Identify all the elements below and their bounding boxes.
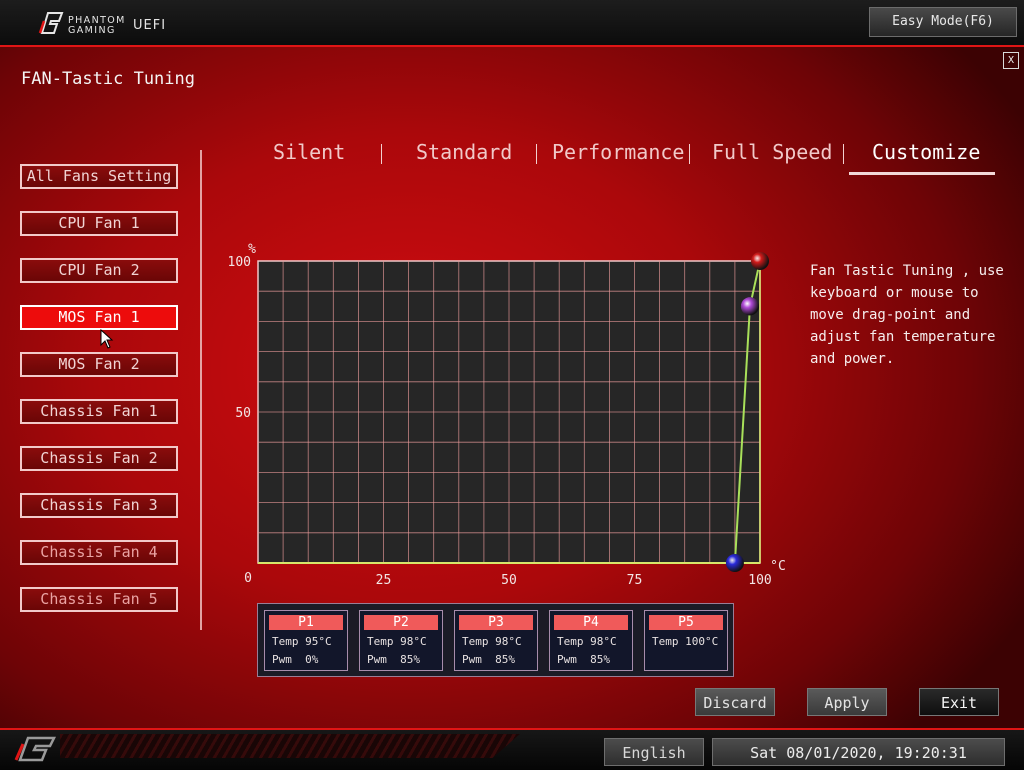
tab-separator xyxy=(689,144,690,164)
point-box-p5[interactable]: P5 Temp 100°C xyxy=(644,610,728,671)
x-axis-unit-label: °C xyxy=(770,559,786,574)
y-tick-label: 50 xyxy=(235,406,251,421)
fan-button-mos-fan-2[interactable]: MOS Fan 2 xyxy=(20,352,178,377)
x-tick-label: 25 xyxy=(376,573,392,588)
point-pwm: Pwm 85% xyxy=(557,653,610,666)
x-tick-label: 75 xyxy=(627,573,643,588)
tab-customize[interactable]: Customize xyxy=(872,140,980,164)
point-temp: Temp 98°C xyxy=(557,635,617,648)
fan-button-mos-fan-1[interactable]: MOS Fan 1 xyxy=(20,305,178,330)
tab-separator xyxy=(843,144,844,164)
point-box-p2[interactable]: P2 Temp 98°C Pwm 85% xyxy=(359,610,443,671)
discard-button[interactable]: Discard xyxy=(695,688,775,716)
close-button[interactable]: X xyxy=(1003,52,1019,69)
fan-button-chassis-fan-3[interactable]: Chassis Fan 3 xyxy=(20,493,178,518)
easy-mode-button[interactable]: Easy Mode(F6) xyxy=(869,7,1017,37)
point-temp: Temp 100°C xyxy=(652,635,719,648)
tab-silent[interactable]: Silent xyxy=(273,140,345,164)
bottom-bar: English Sat 08/01/2020, 19:20:31 xyxy=(0,728,1024,770)
fan-button-cpu-fan-2[interactable]: CPU Fan 2 xyxy=(20,258,178,283)
brand-uefi: UEFI xyxy=(133,18,167,33)
point-label: P5 xyxy=(649,615,723,630)
phantom-gaming-logo-icon xyxy=(38,12,64,34)
x-tick-label: 50 xyxy=(501,573,517,588)
fan-curve-chart[interactable]: 50 100 0 25 50 75 100% °C xyxy=(228,236,798,596)
brand-logo: PHANTOM GAMING UEFI xyxy=(38,11,178,37)
point-temp: Temp 98°C xyxy=(367,635,427,648)
y-axis-unit-label: % xyxy=(248,242,256,257)
asrock-logo-icon xyxy=(14,736,57,762)
help-text: Fan Tastic Tuning , use keyboard or mous… xyxy=(810,263,1013,367)
top-bar: PHANTOM GAMING UEFI Easy Mode(F6) xyxy=(0,0,1024,47)
point-temp: Temp 98°C xyxy=(462,635,522,648)
points-panel: P1 Temp 95°C Pwm 0% P2 Temp 98°C Pwm 85%… xyxy=(257,603,734,677)
tab-separator xyxy=(536,144,537,164)
brand-line2: GAMING xyxy=(68,25,116,36)
point-label: P4 xyxy=(554,615,628,630)
tab-standard[interactable]: Standard xyxy=(416,140,512,164)
tab-separator xyxy=(381,144,382,164)
tab-underline xyxy=(849,172,995,175)
point-box-p1[interactable]: P1 Temp 95°C Pwm 0% xyxy=(264,610,348,671)
point-box-p3[interactable]: P3 Temp 98°C Pwm 85% xyxy=(454,610,538,671)
point-pwm: Pwm 0% xyxy=(272,653,319,666)
fan-button-chassis-fan-1[interactable]: Chassis Fan 1 xyxy=(20,399,178,424)
point-label: P3 xyxy=(459,615,533,630)
point-pwm: Pwm 85% xyxy=(367,653,420,666)
tab-performance[interactable]: Performance xyxy=(552,140,684,164)
language-button[interactable]: English xyxy=(604,738,704,766)
fan-curve-svg[interactable]: 50 100 0 25 50 75 100% °C xyxy=(228,236,798,596)
fan-button-chassis-fan-2[interactable]: Chassis Fan 2 xyxy=(20,446,178,471)
x-tick-label: 0 xyxy=(244,571,252,586)
curve-point-handle-p4[interactable] xyxy=(740,297,759,316)
x-tick-label: 100 xyxy=(748,573,771,588)
point-box-p4[interactable]: P4 Temp 98°C Pwm 85% xyxy=(549,610,633,671)
left-divider xyxy=(200,150,202,630)
point-pwm: Pwm 85% xyxy=(462,653,515,666)
fan-button-chassis-fan-5[interactable]: Chassis Fan 5 xyxy=(20,587,178,612)
curve-point-handle-p5[interactable] xyxy=(751,252,769,270)
curve-point-handle-p1[interactable] xyxy=(725,554,744,572)
page-title: FAN-Tastic Tuning xyxy=(21,69,195,89)
fan-button-cpu-fan-1[interactable]: CPU Fan 1 xyxy=(20,211,178,236)
fan-button-all-fans-setting[interactable]: All Fans Setting xyxy=(20,164,178,189)
exit-button[interactable]: Exit xyxy=(919,688,999,716)
datetime-display: Sat 08/01/2020, 19:20:31 xyxy=(712,738,1005,766)
apply-button[interactable]: Apply xyxy=(807,688,887,716)
fan-button-chassis-fan-4[interactable]: Chassis Fan 4 xyxy=(20,540,178,565)
tab-full-speed[interactable]: Full Speed xyxy=(712,140,832,164)
y-tick-label: 100 xyxy=(228,255,251,270)
point-label: P1 xyxy=(269,615,343,630)
mouse-pointer-icon xyxy=(100,329,114,349)
decorative-stripe xyxy=(60,734,520,758)
point-temp: Temp 95°C xyxy=(272,635,332,648)
point-label: P2 xyxy=(364,615,438,630)
